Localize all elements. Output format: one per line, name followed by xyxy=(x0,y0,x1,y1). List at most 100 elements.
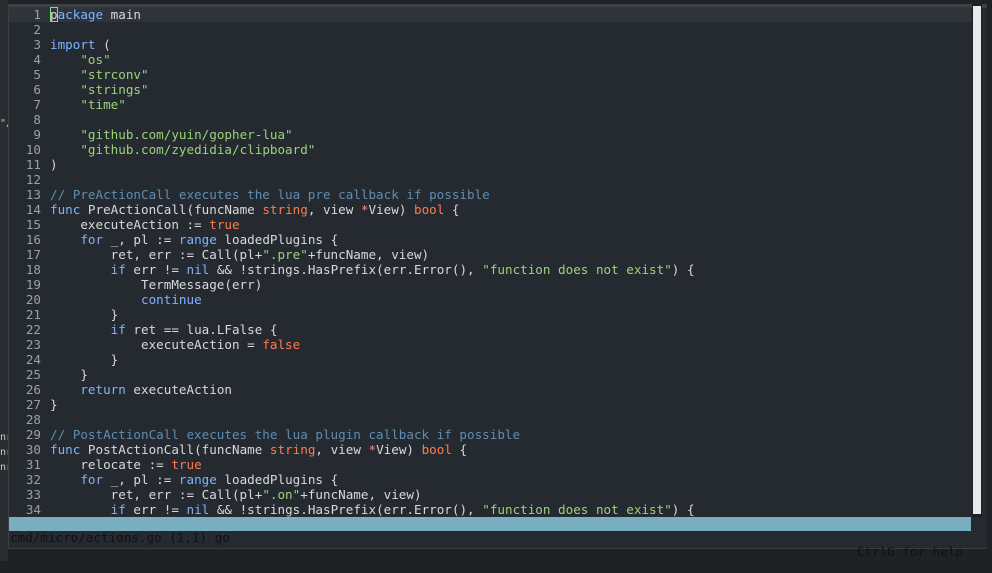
code-line[interactable]: 9 "github.com/yuin/gopher-lua" xyxy=(9,127,971,142)
code-token: PostActionCall(funcName xyxy=(80,442,270,457)
code-line[interactable]: 16 for _, pl := range loadedPlugins { xyxy=(9,232,971,247)
code-token: range xyxy=(178,232,217,247)
code-line[interactable]: 22 if ret == lua.LFalse { xyxy=(9,322,971,337)
code-line[interactable]: 29 // PostActionCall executes the lua plu… xyxy=(9,427,971,442)
line-code[interactable]: } xyxy=(50,352,119,367)
line-code[interactable]: ret, err := Call(pl+".pre"+funcName, vie… xyxy=(50,247,429,262)
line-code[interactable]: "strings" xyxy=(50,82,148,97)
line-number: 28 xyxy=(25,412,41,427)
code-token: bool xyxy=(414,202,445,217)
scrollbar-thumb[interactable] xyxy=(973,6,981,514)
code-line[interactable]: 19 TermMessage(err) xyxy=(9,277,971,292)
code-line[interactable]: 10 "github.com/zyedidia/clipboard" xyxy=(9,142,971,157)
code-line[interactable]: 23 executeAction = false xyxy=(9,337,971,352)
line-number: 14 xyxy=(25,202,41,217)
code-line[interactable]: 4 "os" xyxy=(9,52,971,67)
line-code[interactable]: ret, err := Call(pl+".on"+funcName, view… xyxy=(50,487,422,502)
line-code[interactable]: if err != nil && !strings.HasPrefix(err.… xyxy=(50,502,695,517)
code-line[interactable]: 1 package main xyxy=(9,7,971,22)
code-token: "strconv" xyxy=(80,67,149,82)
code-line[interactable]: 14 func PreActionCall(funcName string, vi… xyxy=(9,202,971,217)
line-code[interactable]: "time" xyxy=(50,97,126,112)
line-code[interactable]: import ( xyxy=(50,37,111,52)
code-token: string xyxy=(269,442,316,457)
code-line[interactable]: 17 ret, err := Call(pl+".pre"+funcName, … xyxy=(9,247,971,262)
code-line[interactable]: 31 relocate := true xyxy=(9,457,971,472)
line-code[interactable]: relocate := true xyxy=(50,457,201,472)
code-token: ret, err := Call(pl+ xyxy=(50,247,263,262)
line-number: 7 xyxy=(33,97,41,112)
code-line[interactable]: 15 executeAction := true xyxy=(9,217,971,232)
code-line[interactable]: 7 "time" xyxy=(9,97,971,112)
code-line[interactable]: 34 if err != nil && !strings.HasPrefix(e… xyxy=(9,502,971,517)
code-line[interactable]: 33 ret, err := Call(pl+".on"+funcName, v… xyxy=(9,487,971,502)
code-line[interactable]: 12 xyxy=(9,172,971,187)
line-code[interactable]: "github.com/zyedidia/clipboard" xyxy=(50,142,315,157)
line-code[interactable]: func PostActionCall(funcName string, vie… xyxy=(50,442,467,457)
line-code[interactable]: ) xyxy=(50,157,58,172)
code-line[interactable]: 20 continue xyxy=(9,292,971,307)
code-token: func xyxy=(50,202,81,217)
line-code[interactable]: for _, pl := range loadedPlugins { xyxy=(50,232,338,247)
line-number: 33 xyxy=(25,487,41,502)
line-code[interactable]: func PreActionCall(funcName string, view… xyxy=(50,202,460,217)
line-number: 24 xyxy=(25,352,41,367)
code-token: ) { xyxy=(671,502,695,517)
line-code[interactable]: } xyxy=(50,367,88,382)
code-line[interactable]: 32 for _, pl := range loadedPlugins { xyxy=(9,472,971,487)
line-code[interactable]: // PostActionCall executes the lua plugi… xyxy=(50,427,520,442)
code-line[interactable]: 28 xyxy=(9,412,971,427)
line-code[interactable]: executeAction = false xyxy=(50,337,300,352)
code-token: , view xyxy=(315,442,369,457)
code-line[interactable]: 5 "strconv" xyxy=(9,67,971,82)
code-token: // PreActionCall executes the lua pre ca… xyxy=(50,187,490,202)
code-line[interactable]: 24 } xyxy=(9,352,971,367)
line-code[interactable]: "os" xyxy=(50,52,110,67)
code-line[interactable]: 30 func PostActionCall(funcName string, v… xyxy=(9,442,971,457)
line-code[interactable]: "github.com/yuin/gopher-lua" xyxy=(50,127,292,142)
line-number: 4 xyxy=(33,52,41,67)
vertical-scrollbar[interactable] xyxy=(972,4,982,517)
line-code[interactable]: executeAction := true xyxy=(50,217,239,232)
line-code[interactable]: for _, pl := range loadedPlugins { xyxy=(50,472,338,487)
code-line[interactable]: 26 return executeAction xyxy=(9,382,971,397)
line-code[interactable]: package main xyxy=(50,7,141,22)
code-line[interactable]: 13 // PreActionCall executes the lua pre … xyxy=(9,187,971,202)
code-token: ( xyxy=(95,37,111,52)
line-code[interactable]: return executeAction xyxy=(50,382,232,397)
line-code[interactable]: continue xyxy=(50,292,202,307)
code-line[interactable]: 6 "strings" xyxy=(9,82,971,97)
text-cursor: p xyxy=(50,7,58,22)
line-code[interactable]: // PreActionCall executes the lua pre ca… xyxy=(50,187,490,202)
code-token: && !strings.HasPrefix(err.Error(), xyxy=(209,502,483,517)
terminal-window[interactable]: 1 package main 2 3 import (4 "os" 5 "strconv"… xyxy=(8,4,987,559)
code-line[interactable]: 25 } xyxy=(9,367,971,382)
code-line[interactable]: 3 import ( xyxy=(9,37,971,52)
code-token: PreActionCall(funcName xyxy=(80,202,263,217)
code-token: , view xyxy=(307,202,361,217)
code-line[interactable]: 11) xyxy=(9,157,971,172)
code-token: import xyxy=(50,37,96,52)
code-token: _, pl := xyxy=(103,472,179,487)
code-line[interactable]: 21 } xyxy=(9,307,971,322)
line-code[interactable]: "strconv" xyxy=(50,67,149,82)
code-line[interactable]: 18 if err != nil && !strings.HasPrefix(e… xyxy=(9,262,971,277)
line-number: 22 xyxy=(25,322,41,337)
code-token: "time" xyxy=(80,97,126,112)
line-code[interactable]: if ret == lua.LFalse { xyxy=(50,322,278,337)
line-code[interactable]: if err != nil && !strings.HasPrefix(err.… xyxy=(50,262,695,277)
line-code[interactable]: } xyxy=(50,397,58,412)
line-code[interactable]: } xyxy=(50,307,119,322)
line-code[interactable]: TermMessage(err) xyxy=(50,277,262,292)
code-editor[interactable]: 1 package main 2 3 import (4 "os" 5 "strconv"… xyxy=(9,4,971,517)
code-line[interactable]: 27} xyxy=(9,397,971,412)
code-line[interactable]: 2 xyxy=(9,22,971,37)
code-token: ) { xyxy=(671,262,695,277)
code-token: ".pre" xyxy=(262,247,308,262)
line-number: 16 xyxy=(25,232,41,247)
code-line[interactable]: 8 xyxy=(9,112,971,127)
